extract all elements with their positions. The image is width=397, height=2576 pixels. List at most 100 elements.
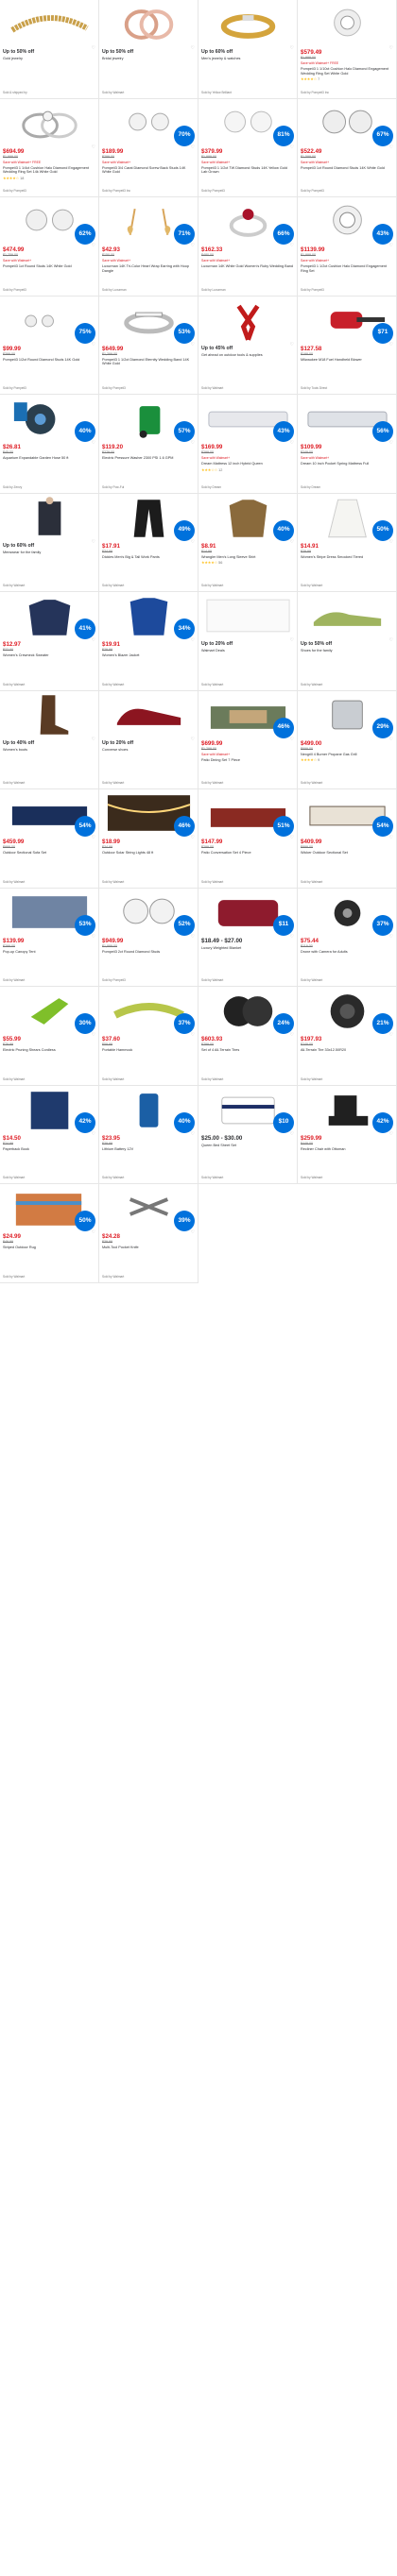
favorite-heart-icon[interactable]: ♡ [191,45,195,51]
product-card[interactable]: ♡ $579.49 $1,999.00 Save with Walmart+ FREE… [298,0,397,99]
product-card[interactable]: 54% ♡ $409.99 $899.00 Wicker Outdoor Section… [298,789,397,889]
product-image[interactable]: 66% [201,199,295,245]
product-title[interactable]: Dickies Men's Big & Tall Work Pants [102,555,195,560]
favorite-heart-icon[interactable]: ♡ [92,1131,95,1137]
product-card[interactable]: 40% ♡ $23.95 $39.99 Lithium Battery 12V Sold … [99,1085,198,1184]
favorite-heart-icon[interactable]: ♡ [191,934,195,940]
product-card[interactable]: 54% ♡ $459.99 $999.00 Outdoor Sectional Sofa… [0,789,99,889]
product-title[interactable]: Women's Stripe Dress Smocked Tiered [301,555,393,560]
product-title[interactable]: Pop-up Canopy Tent [3,950,95,955]
product-card[interactable]: 29% ♡ $499.00 $699.00 Nexgrill 4 Burner Prop… [298,690,397,789]
product-image[interactable]: 50% [3,1186,96,1231]
product-card[interactable]: 24% ♡ $603.93 $799.00 Set of 4 All-Terrain T… [198,987,298,1086]
product-card[interactable]: 50% ♡ $14.91 $29.99 Women's Stripe Dress Smo… [298,493,397,592]
favorite-heart-icon[interactable]: ♡ [191,440,195,446]
favorite-heart-icon[interactable]: ♡ [389,1131,393,1137]
product-title[interactable]: All-Terrain Tire 33x12.50R20 [301,1048,393,1053]
product-title[interactable]: Luxurman 14K Tri-Color Heart Wrap Earrin… [102,264,195,273]
product-image[interactable] [102,2,196,45]
product-title[interactable]: Recliner Chair with Ottoman [301,1147,393,1152]
product-card[interactable]: 42% ♡ $14.50 $24.99 Paperback Book Sold by Wa… [0,1085,99,1184]
product-card[interactable]: 42% ♡ $259.99 $449.00 Recliner Chair with Ot… [298,1085,397,1184]
product-image[interactable] [102,693,196,737]
favorite-heart-icon[interactable]: ♡ [389,637,393,643]
product-card[interactable]: 34% ♡ $19.91 $29.99 Women's Blazer Jacket Sol… [99,592,198,691]
favorite-heart-icon[interactable]: ♡ [290,1131,294,1137]
favorite-heart-icon[interactable]: ♡ [191,243,195,248]
product-title[interactable]: Aquarium Expandable Garden Hose 50 ft [3,456,95,461]
favorite-heart-icon[interactable]: ♡ [389,144,393,150]
favorite-heart-icon[interactable]: ♡ [389,539,393,545]
favorite-heart-icon[interactable]: ♡ [290,342,294,347]
product-title[interactable]: Patio Dining Set 7 Piece [201,758,294,763]
favorite-heart-icon[interactable]: ♡ [389,440,393,446]
product-image[interactable]: 43% [201,397,295,442]
product-card[interactable]: 70% ♡ $189.99 $299.00 Save with Walmart+ Pomp… [99,98,198,197]
product-image[interactable]: 34% [102,594,196,639]
favorite-heart-icon[interactable]: ♡ [389,737,393,742]
product-title[interactable]: Converse shoes [102,748,195,753]
product-image[interactable] [3,2,96,45]
product-title[interactable]: Nexgrill 4 Burner Propane Gas Grill [301,753,393,757]
product-image[interactable]: 51% [201,791,295,837]
product-title[interactable]: Luxury Weighted Blanket [201,946,294,951]
product-image[interactable]: 43% [301,199,394,245]
product-image[interactable]: 40% [102,1088,196,1133]
product-title[interactable]: Dream Mattress 12 inch Hybrid Queen [201,462,294,466]
favorite-heart-icon[interactable]: ♡ [92,1032,95,1038]
product-image[interactable]: 54% [3,791,96,837]
product-image[interactable]: 53% [102,298,196,344]
favorite-heart-icon[interactable]: ♡ [92,342,95,347]
product-card[interactable]: ♡ Up to 50% off Shoes for the family Sold b… [298,592,397,691]
product-title[interactable]: Men's jewelry & watches [201,57,294,61]
favorite-heart-icon[interactable]: ♡ [389,243,393,248]
favorite-heart-icon[interactable]: ♡ [191,835,195,840]
favorite-heart-icon[interactable]: ♡ [290,737,294,742]
product-title[interactable]: Set of 4 All-Terrain Tires [201,1048,294,1053]
favorite-heart-icon[interactable]: ♡ [389,45,393,51]
favorite-heart-icon[interactable]: ♡ [191,342,195,347]
product-card[interactable]: ♡ Up to 20% off Converse shoes Sold by Walm… [99,690,198,789]
product-image[interactable]: 62% [3,199,96,245]
favorite-heart-icon[interactable]: ♡ [92,835,95,840]
favorite-heart-icon[interactable]: ♡ [191,1032,195,1038]
favorite-heart-icon[interactable]: ♡ [92,1229,95,1235]
product-card[interactable]: 66% ♡ $162.33 $480.00 Save with Walmart+ Luxu… [198,197,298,297]
product-image[interactable] [201,2,295,45]
product-card[interactable]: 49% ♡ $17.91 $34.99 Dickies Men's Big & Tall… [99,493,198,592]
product-image[interactable] [301,2,394,45]
product-image[interactable]: 41% [3,594,96,639]
product-card[interactable]: $71 ♡ $127.58 $199.00 Milwaukee M18 Fuel Han… [298,296,397,395]
product-title[interactable]: Gold jewelry [3,57,95,61]
favorite-heart-icon[interactable]: ♡ [290,1032,294,1038]
product-title[interactable]: Bridal jewelry [102,57,195,61]
favorite-heart-icon[interactable]: ♡ [290,934,294,940]
product-title[interactable]: Electric Pruning Shears Cordless [3,1048,95,1053]
favorite-heart-icon[interactable]: ♡ [92,144,95,150]
product-card[interactable]: 57% ♡ $119.20 $279.00 Electric Pressure Wash… [99,395,198,494]
product-title[interactable]: Luxurman 14K White Gold Women's Ruby Wed… [201,264,294,269]
product-card[interactable]: 56% ♡ $109.99 $249.00 Save with Walmart+ Drea… [298,395,397,494]
product-title[interactable]: Women's Blazer Jacket [102,653,195,658]
product-card[interactable]: 39% ♡ $24.28 $39.99 Multi-Tool Pocket Knife S… [99,1184,198,1283]
favorite-heart-icon[interactable]: ♡ [191,1131,195,1137]
favorite-heart-icon[interactable]: ♡ [92,934,95,940]
product-title[interactable]: Pompeii3 1/2ct Round Diamond Studs 14K G… [3,358,95,363]
product-image[interactable] [3,496,96,539]
product-image[interactable]: 53% [3,890,96,936]
favorite-heart-icon[interactable]: ♡ [389,835,393,840]
product-image[interactable]: 75% [3,298,96,344]
favorite-heart-icon[interactable]: ♡ [92,737,95,742]
product-card[interactable]: 30% ♡ $55.99 $79.99 Electric Pruning Shears … [0,987,99,1086]
favorite-heart-icon[interactable]: ♡ [290,243,294,248]
product-title[interactable]: Pompeii3 1 1/10ct Cushion Halo Diamond E… [301,67,393,76]
product-image[interactable]: 49% [102,496,196,541]
product-card[interactable]: 43% ♡ $1139.99 $1,999.00 Save with Walmart+ P… [298,197,397,297]
product-title[interactable]: Pompeii3 1 1/2ct TW Diamond Studs 14K Ye… [201,166,294,175]
favorite-heart-icon[interactable]: ♡ [290,637,294,643]
product-card[interactable]: 46% ♡ $699.99 $1,299.00 Save with Walmart+ Pa… [198,690,298,789]
product-card[interactable]: 41% ♡ $12.97 $22.00 Women's Crewneck Sweater… [0,592,99,691]
product-title[interactable]: Pompeii3 2ct Round Diamond Studs [102,950,195,955]
product-title[interactable]: Lithium Battery 12V [102,1147,195,1152]
product-image[interactable]: 46% [102,791,196,837]
